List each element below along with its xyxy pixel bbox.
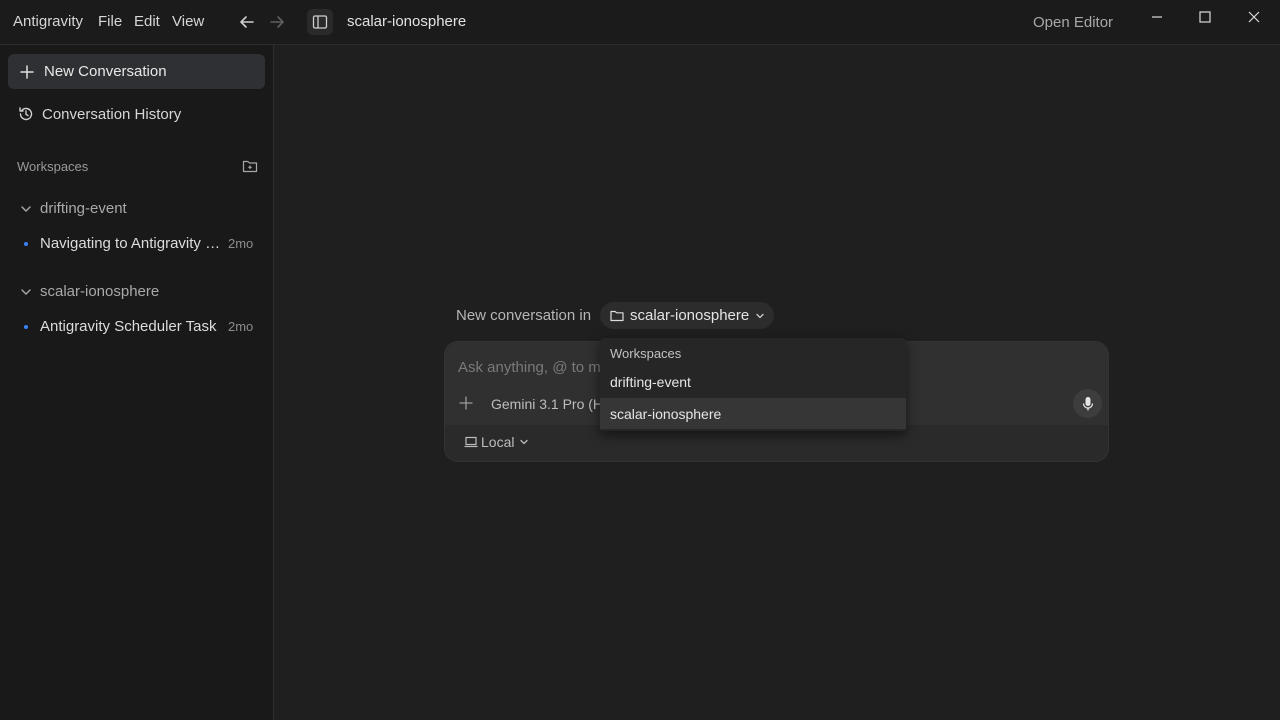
dropdown-header: Workspaces <box>610 346 682 361</box>
dropdown-option-drifting-event[interactable]: drifting-event <box>600 366 906 397</box>
microphone-icon <box>1082 396 1093 410</box>
conversation-history-button[interactable]: Conversation History <box>18 103 181 125</box>
unread-dot <box>24 241 28 246</box>
add-folder-icon[interactable] <box>242 159 258 173</box>
menu-view[interactable]: View <box>172 13 204 30</box>
new-conversation-button[interactable]: New Conversation <box>8 54 265 89</box>
conversation-title: Antigravity Scheduler Task <box>40 318 217 335</box>
workspace-selector-label: scalar-ionosphere <box>630 307 750 324</box>
chevron-down-icon <box>21 205 31 212</box>
microphone-button[interactable] <box>1073 389 1102 418</box>
conversation-history-label: Conversation History <box>42 105 182 123</box>
chat-input-placeholder[interactable]: Ask anything, @ to m <box>458 359 601 376</box>
sidebar: New Conversation Conversation History Wo… <box>0 45 274 720</box>
dropdown-option-scalar-ionosphere[interactable]: scalar-ionosphere <box>600 398 906 429</box>
attach-plus-icon[interactable] <box>459 396 473 410</box>
forward-arrow-icon[interactable] <box>267 12 287 32</box>
title-bar: Antigravity File Edit View scalar-ionosp… <box>0 0 1280 45</box>
workspace-group-label: drifting-event <box>40 200 127 217</box>
folder-icon <box>610 310 624 321</box>
close-icon[interactable] <box>1242 8 1266 26</box>
workspace-group-scalar-ionosphere[interactable]: scalar-ionosphere <box>20 283 159 300</box>
chevron-down-icon <box>21 288 31 295</box>
workspace-group-drifting-event[interactable]: drifting-event <box>20 200 127 217</box>
back-arrow-icon[interactable] <box>237 12 257 32</box>
model-selector[interactable]: Gemini 3.1 Pro (Hig <box>491 396 614 412</box>
workspace-dropdown: Workspaces drifting-event scalar-ionosph… <box>600 338 906 431</box>
workspace-group-label: scalar-ionosphere <box>40 283 160 300</box>
environment-selector[interactable]: Local <box>464 434 529 450</box>
laptop-icon <box>464 436 478 448</box>
menu-file[interactable]: File <box>98 13 122 30</box>
plus-icon <box>20 64 34 79</box>
window-title: scalar-ionosphere <box>347 13 467 30</box>
chevron-down-icon <box>756 313 764 318</box>
environment-label: Local <box>481 434 515 450</box>
conversation-item[interactable]: Navigating to Antigravity Dashboard 2mo <box>24 235 260 252</box>
workspace-selector[interactable]: scalar-ionosphere <box>600 302 774 329</box>
workspaces-header: Workspaces <box>17 159 89 174</box>
conversation-age: 2mo <box>228 236 254 251</box>
conversation-item[interactable]: Antigravity Scheduler Task 2mo <box>24 318 260 335</box>
conversation-title: Navigating to Antigravity Dashboard <box>40 235 222 252</box>
app-menu[interactable]: Antigravity <box>13 13 83 30</box>
open-editor-button[interactable]: Open Editor <box>1033 14 1113 31</box>
chevron-down-icon <box>520 439 529 445</box>
new-conversation-label: New Conversation <box>44 63 167 80</box>
conversation-age: 2mo <box>228 319 254 334</box>
unread-dot <box>24 324 28 329</box>
maximize-icon[interactable] <box>1193 8 1217 26</box>
sidebar-toggle-icon[interactable] <box>307 9 333 35</box>
menu-edit[interactable]: Edit <box>134 13 160 30</box>
minimize-icon[interactable] <box>1145 8 1169 26</box>
new-conversation-in-label: New conversation in <box>456 307 592 324</box>
history-icon <box>19 107 33 121</box>
